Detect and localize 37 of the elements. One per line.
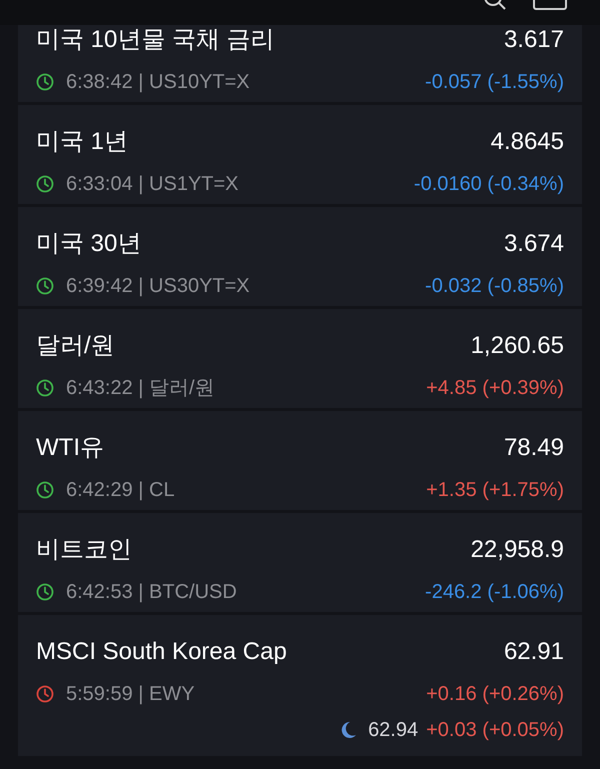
quote-price: 1,260.65	[470, 331, 564, 361]
quote-name: 달러/원	[36, 331, 115, 361]
quote-row[interactable]: 비트코인 22,958.9 6:42:53 | BTC/USD -246.2 (-1.06%)	[18, 513, 582, 612]
quote-time-symbol: 6:42:29 | CL	[66, 478, 175, 503]
quote-time-symbol: 6:42:53 | BTC/USD	[66, 580, 237, 605]
quote-change: -0.032 (-0.85%)	[425, 274, 564, 299]
quote-name: WTI유	[36, 433, 104, 463]
quote-time-symbol: 5:59:59 | EWY	[66, 682, 195, 707]
quote-row[interactable]: 미국 30년 3.674 6:39:42 | US30YT=X -0.032 (-0.85%)	[18, 207, 582, 306]
quote-price: 4.8645	[490, 127, 564, 157]
quote-change: -0.0160 (-0.34%)	[414, 172, 564, 197]
quote-change: +4.85 (+0.39%)	[426, 376, 564, 401]
quote-price: 62.91	[504, 637, 564, 667]
quote-row[interactable]: 달러/원 1,260.65 6:43:22 | 달러/원 +4.85 (+0.39%)	[18, 309, 582, 408]
quote-change: +0.16 (+0.26%)	[426, 682, 564, 707]
quote-time-symbol: 6:43:22 | 달러/원	[66, 376, 215, 401]
quote-row[interactable]: MSCI South Korea Cap 62.91 5:59:59 | EWY +0.16 (+0.26%) 62.94 +0.03 (+0.05%)	[18, 615, 582, 756]
quote-name: 미국 10년물 국채 금리	[36, 25, 275, 55]
quote-price: 22,958.9	[470, 535, 564, 565]
quote-price: 3.674	[504, 229, 564, 259]
quote-price: 78.49	[504, 433, 564, 463]
quote-time-symbol: 6:33:04 | US1YT=X	[66, 172, 239, 197]
quote-row[interactable]: 미국 10년물 국채 금리 3.617 6:38:42 | US10YT=X -0.057 (-1.55%)	[18, 25, 582, 102]
quote-change: +1.35 (+1.75%)	[426, 478, 564, 503]
quote-change: -0.057 (-1.55%)	[425, 70, 564, 95]
quote-name: 미국 1년	[36, 127, 128, 157]
quote-change: -246.2 (-1.06%)	[425, 580, 564, 605]
quote-price: 3.617	[504, 25, 564, 55]
quote-time-symbol: 6:39:42 | US30YT=X	[66, 274, 250, 299]
quote-row[interactable]: WTI유 78.49 6:42:29 | CL +1.35 (+1.75%)	[18, 411, 582, 510]
quote-name: 비트코인	[36, 535, 132, 565]
quote-name: 미국 30년	[36, 229, 142, 259]
quote-name: MSCI South Korea Cap	[36, 637, 287, 667]
after-hours-price: 62.94	[368, 718, 418, 743]
quote-time-symbol: 6:38:42 | US10YT=X	[66, 70, 250, 95]
quote-row[interactable]: 미국 1년 4.8645 6:33:04 | US1YT=X -0.0160 (-0.34%)	[18, 105, 582, 204]
after-hours-change: +0.03 (+0.05%)	[426, 718, 564, 743]
